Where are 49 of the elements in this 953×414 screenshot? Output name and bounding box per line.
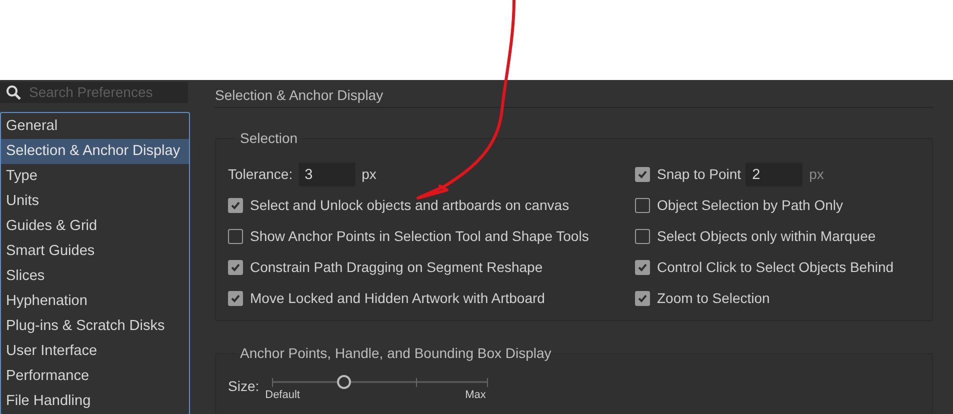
group-title: Selection bbox=[239, 129, 299, 148]
checkmark-icon bbox=[230, 262, 241, 273]
category-item[interactable]: Plug-ins & Scratch Disks bbox=[1, 314, 189, 339]
group-title: Anchor Points, Handle, and Bounding Box Display bbox=[239, 344, 552, 363]
checkmark-icon bbox=[230, 293, 241, 304]
category-item[interactable]: Performance bbox=[1, 364, 189, 389]
category-item[interactable]: Hyphenation bbox=[1, 289, 189, 314]
option-label: Object Selection by Path Only bbox=[657, 196, 843, 215]
category-item[interactable]: Slices bbox=[1, 264, 189, 289]
option-label: Control Click to Select Objects Behind bbox=[657, 258, 894, 277]
checkbox[interactable] bbox=[228, 291, 243, 306]
unit-label: px bbox=[362, 165, 376, 184]
checkbox[interactable] bbox=[228, 260, 243, 275]
category-item[interactable]: Selection & Anchor Display bbox=[1, 139, 189, 164]
slider-thumb[interactable] bbox=[337, 375, 352, 389]
snap-field[interactable]: 2 bbox=[745, 162, 804, 187]
option-label: Show Anchor Points in Selection Tool and Shape Tools bbox=[250, 227, 589, 246]
option-label: Constrain Path Dragging on Segment Reshape bbox=[250, 258, 543, 277]
checkmark-icon bbox=[637, 169, 648, 180]
checkmark-icon bbox=[230, 200, 241, 211]
checkbox[interactable] bbox=[635, 167, 650, 182]
option-label: Select and Unlock objects and artboards on canvas bbox=[250, 196, 570, 215]
checkmark-icon bbox=[637, 293, 648, 304]
category-item[interactable]: General bbox=[1, 114, 189, 139]
checkbox[interactable] bbox=[635, 291, 650, 306]
category-item[interactable]: Type bbox=[1, 164, 189, 189]
size-label: Size: bbox=[228, 377, 260, 396]
search-icon bbox=[6, 85, 21, 100]
tolerance-label: Tolerance: bbox=[228, 165, 293, 184]
option-label: Snap to Point bbox=[657, 165, 742, 184]
checkbox[interactable] bbox=[635, 260, 650, 275]
tolerance-field[interactable]: 3 bbox=[298, 162, 356, 187]
category-item[interactable]: File Handling bbox=[1, 389, 189, 414]
option-label: Zoom to Selection bbox=[657, 289, 770, 308]
slider-min-label: Default bbox=[265, 388, 300, 403]
checkmark-icon bbox=[637, 262, 648, 273]
unit-label: px bbox=[809, 165, 824, 184]
category-item[interactable]: Guides & Grid bbox=[1, 214, 189, 239]
category-item[interactable]: User Interface bbox=[1, 339, 189, 364]
checkbox[interactable] bbox=[228, 229, 243, 244]
option-label: Select Objects only within Marquee bbox=[657, 227, 876, 246]
checkbox[interactable] bbox=[228, 198, 243, 213]
category-item[interactable]: Smart Guides bbox=[1, 239, 189, 264]
checkbox[interactable] bbox=[635, 229, 650, 244]
slider-max-label: Max bbox=[465, 388, 486, 403]
panel-title: Selection & Anchor Display bbox=[215, 87, 384, 103]
checkbox[interactable] bbox=[635, 198, 650, 213]
option-label: Move Locked and Hidden Artwork with Artboard bbox=[250, 289, 545, 308]
category-item[interactable]: Units bbox=[1, 189, 189, 214]
